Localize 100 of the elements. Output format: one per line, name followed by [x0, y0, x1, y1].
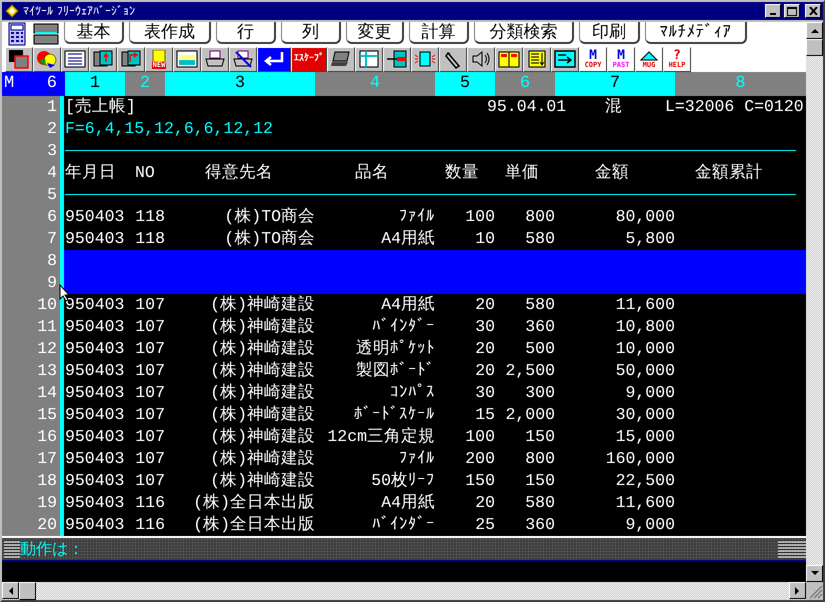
menu-tab[interactable]: 表作成	[129, 22, 211, 44]
column-title: 数量	[444, 162, 479, 184]
scroll-left-button[interactable]	[2, 582, 19, 599]
scroll-right-button[interactable]	[789, 582, 806, 599]
toolbar-button[interactable]	[89, 46, 117, 72]
menu-tab[interactable]: 列	[281, 22, 341, 44]
menu-tab[interactable]: 計算	[409, 22, 469, 44]
table-cell: 製図ﾎﾞｰﾄﾞ	[356, 361, 435, 380]
menu-tab[interactable]: 行	[216, 22, 276, 44]
table-cell: 100	[465, 427, 495, 446]
row-number[interactable]: 9	[2, 272, 60, 294]
table-cell: (株)神崎建設	[210, 339, 315, 358]
row-number[interactable]: 1	[2, 96, 60, 118]
table-cell: 20	[475, 339, 495, 358]
toolbar-button[interactable]: ｴｽｹｰﾌﾟ	[291, 46, 327, 72]
table-cell: 950403	[65, 449, 124, 468]
row-number[interactable]: 10	[2, 294, 60, 316]
split-view-icon[interactable]	[33, 22, 59, 46]
row-number[interactable]: 14	[2, 382, 60, 404]
row-number[interactable]: 12	[2, 338, 60, 360]
column-header[interactable]: 1	[65, 72, 125, 96]
row-number[interactable]: 13	[2, 360, 60, 382]
table-cell: 9,000	[625, 383, 675, 402]
calculator-icon[interactable]	[6, 22, 28, 46]
table-cell: (株)神崎建設	[210, 295, 315, 314]
table-cell: 116	[135, 493, 165, 512]
menu-tab[interactable]: 基本	[64, 22, 124, 44]
table-cell: 950403	[65, 229, 124, 248]
toolbar-button[interactable]	[61, 46, 89, 72]
row-number[interactable]: 17	[2, 448, 60, 470]
window-title: ﾏｲﾂｰﾙ ﾌﾘｰｳｪｱﾊﾞｰｼﾞｮﾝ	[23, 4, 135, 18]
toolbar-button[interactable]	[201, 46, 229, 72]
table-cell: 360	[525, 515, 555, 534]
table-cell: (株)神崎建設	[210, 317, 315, 336]
command-input[interactable]	[2, 562, 806, 582]
menu-tab[interactable]: 分類検索	[474, 22, 574, 44]
toolbar-button[interactable]	[327, 46, 355, 72]
row-number[interactable]: 7	[2, 228, 60, 250]
toolbar-button[interactable]	[117, 46, 145, 72]
toolbar-button[interactable]	[495, 46, 523, 72]
toolbar-button[interactable]	[467, 46, 495, 72]
row-number[interactable]: 11	[2, 316, 60, 338]
toolbar-button[interactable]	[523, 46, 551, 72]
row-number[interactable]: 20	[2, 514, 60, 536]
row-number[interactable]: 2	[2, 118, 60, 140]
row-number[interactable]: 3	[2, 140, 60, 162]
table-cell: 950403	[65, 295, 124, 314]
toolbar-button[interactable]	[439, 46, 467, 72]
toolbar-button[interactable]	[383, 46, 411, 72]
caret-up-icon	[810, 28, 818, 33]
table-cell: 107	[135, 471, 165, 490]
vertical-scrollbar[interactable]	[806, 22, 823, 582]
minimize-button[interactable]	[765, 4, 781, 18]
menu-tab[interactable]: 印刷	[579, 22, 640, 44]
table-cell: 950403	[65, 493, 124, 512]
table-cell: 107	[135, 361, 165, 380]
menu-tab[interactable]: ﾏﾙﾁﾒﾃﾞｨｱ	[645, 22, 747, 44]
row-number[interactable]: 18	[2, 470, 60, 492]
toolbar-button[interactable]	[229, 46, 257, 72]
table-cell: 30,000	[616, 405, 675, 424]
toolbar-button[interactable]	[257, 46, 291, 72]
table-cell: ｺﾝﾊﾟｽ	[390, 383, 435, 402]
toolbar-button[interactable]	[551, 46, 579, 72]
horizontal-scrollbar[interactable]	[2, 582, 806, 600]
table-cell: 20	[475, 493, 495, 512]
row-number[interactable]: 4	[2, 162, 60, 184]
table-cell: 107	[135, 405, 165, 424]
table-cell: (株)神崎建設	[210, 405, 315, 424]
column-title: 金額累計	[694, 162, 763, 184]
scroll-up-button[interactable]	[806, 22, 823, 39]
table-cell: 950403	[65, 339, 124, 358]
row-number[interactable]: 19	[2, 492, 60, 514]
row-number[interactable]: 6	[2, 206, 60, 228]
row-number[interactable]: 15	[2, 404, 60, 426]
arrow-icon	[386, 49, 408, 69]
row-number[interactable]: 8	[2, 250, 60, 272]
column-header[interactable]: 5	[435, 72, 495, 96]
toolbar-button[interactable]	[411, 46, 439, 72]
table-cell: 2,500	[505, 361, 555, 380]
toolbar-button[interactable]	[33, 46, 61, 72]
toolbar-button[interactable]	[173, 46, 201, 72]
toolbar-button[interactable]	[355, 46, 383, 72]
toolbar-button[interactable]	[5, 46, 33, 72]
scroll-thumb[interactable]	[806, 39, 823, 56]
scroll-down-button[interactable]	[806, 565, 823, 582]
column-header[interactable]: 7	[555, 72, 675, 96]
table-cell: 30	[475, 383, 495, 402]
table-cell: 5,800	[625, 229, 675, 248]
column-header[interactable]: 3	[165, 72, 315, 96]
table-cell: 118	[135, 207, 165, 226]
column-title: 得意先名	[204, 162, 273, 184]
row-number[interactable]: 16	[2, 426, 60, 448]
close-button[interactable]	[805, 4, 821, 18]
table-cell: (株)全日本出版	[193, 515, 315, 534]
menu-tab[interactable]: 変更	[346, 22, 404, 44]
scroll-thumb[interactable]	[19, 582, 36, 600]
table-cell: 580	[525, 229, 555, 248]
table-cell: 950403	[65, 317, 124, 336]
row-number[interactable]: 5	[2, 184, 60, 206]
maximize-button[interactable]	[784, 4, 800, 18]
